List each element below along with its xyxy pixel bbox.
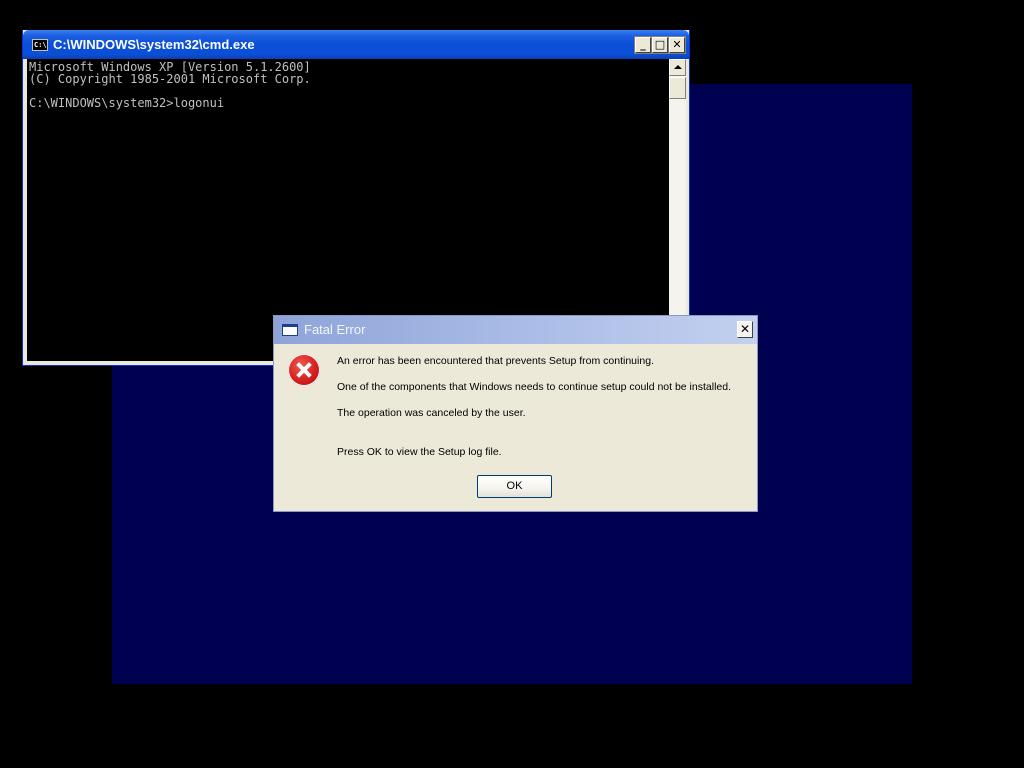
scroll-up-button[interactable] bbox=[669, 59, 686, 76]
arrow-up-icon bbox=[674, 65, 682, 69]
console-prompt-line: C:\WINDOWS\system32>logonui bbox=[29, 96, 225, 110]
cmd-titlebar[interactable]: C:\ C:\WINDOWS\system32\cmd.exe _ □ ✕ bbox=[23, 30, 689, 59]
cmd-window-title: C:\WINDOWS\system32\cmd.exe bbox=[53, 37, 255, 52]
fatal-error-dialog[interactable]: Fatal Error ✕ An error has been encounte… bbox=[273, 315, 758, 512]
scroll-thumb[interactable] bbox=[669, 77, 686, 99]
console-icon: C:\ bbox=[32, 39, 48, 51]
ok-button[interactable]: OK bbox=[477, 475, 552, 498]
log-instruction: Press OK to view the Setup log file. bbox=[337, 446, 502, 458]
dialog-title: Fatal Error bbox=[304, 322, 366, 337]
error-detail: One of the components that Windows needs… bbox=[337, 381, 732, 393]
window-icon bbox=[282, 324, 298, 336]
maximize-button[interactable]: □ bbox=[651, 36, 669, 54]
error-message: An error has been encountered that preve… bbox=[337, 355, 654, 367]
dialog-close-button[interactable]: ✕ bbox=[737, 321, 753, 338]
console-line: (C) Copyright 1985-2001 Microsoft Corp. bbox=[29, 72, 311, 86]
close-button[interactable]: ✕ bbox=[668, 36, 686, 54]
minimize-button[interactable]: _ bbox=[634, 36, 652, 54]
error-cancel-note: The operation was canceled by the user. bbox=[337, 407, 526, 419]
error-icon bbox=[288, 354, 320, 386]
dialog-titlebar[interactable]: Fatal Error ✕ bbox=[274, 316, 757, 344]
